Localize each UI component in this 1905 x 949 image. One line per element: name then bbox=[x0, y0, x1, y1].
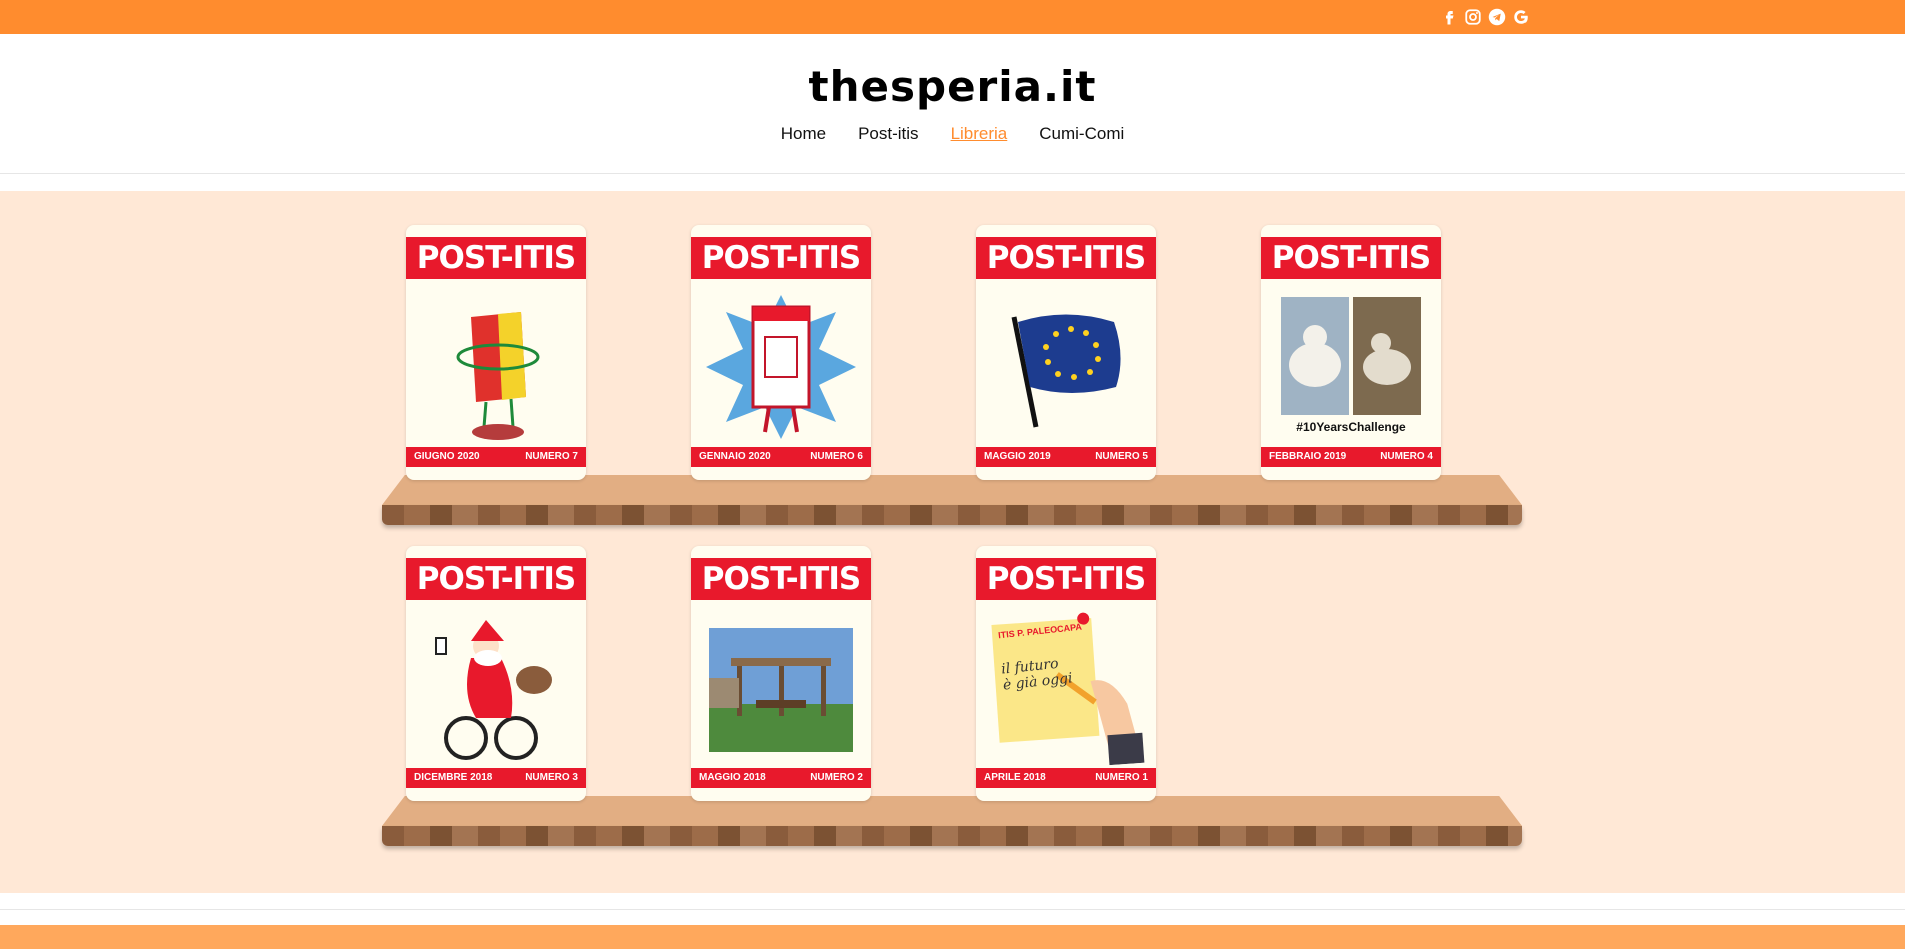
cover-issue: NUMERO 6 bbox=[810, 451, 863, 462]
cover-footer: MAGGIO 2018 NUMERO 2 bbox=[691, 768, 871, 788]
nav-item-home[interactable]: Home bbox=[781, 124, 826, 144]
instagram-icon[interactable] bbox=[1462, 6, 1484, 28]
coat-of-arms-icon bbox=[456, 312, 540, 440]
google-icon[interactable] bbox=[1510, 6, 1532, 28]
cover-footer: FEBBRAIO 2019 NUMERO 4 bbox=[1261, 447, 1441, 467]
cover-date: APRILE 2018 bbox=[984, 772, 1046, 783]
cover-date: FEBBRAIO 2019 bbox=[1269, 451, 1347, 462]
santa-bike-icon bbox=[435, 620, 552, 760]
top-bar bbox=[0, 0, 1905, 34]
nav-item-cumi-comi[interactable]: Cumi-Comi bbox=[1039, 124, 1124, 144]
nav-item-libreria[interactable]: Libreria bbox=[951, 124, 1008, 144]
cover-brand: POST-ITIS bbox=[976, 237, 1156, 279]
magazine-cover-numero-3[interactable]: POST-ITIS DICEMBRE 2018 NUMERO 3 bbox=[406, 546, 586, 801]
pergola-photo bbox=[709, 628, 853, 752]
cover-issue: NUMERO 3 bbox=[525, 772, 578, 783]
cover-footer: DICEMBRE 2018 NUMERO 3 bbox=[406, 768, 586, 788]
cover-brand: POST-ITIS bbox=[691, 558, 871, 600]
cover-brand: POST-ITIS bbox=[406, 237, 586, 279]
bookshelf bbox=[382, 475, 1522, 525]
cover-brand: POST-ITIS bbox=[406, 558, 586, 600]
cover-date: GENNAIO 2020 bbox=[699, 451, 771, 462]
cover-issue: NUMERO 4 bbox=[1380, 451, 1433, 462]
cover-issue: NUMERO 5 bbox=[1095, 451, 1148, 462]
divider bbox=[0, 909, 1905, 910]
magazine-cover-numero-6[interactable]: POST-ITIS GENNAIO 2020 NUMERO 6 bbox=[691, 225, 871, 480]
cover-brand: POST-ITIS bbox=[1261, 237, 1441, 279]
comic-burst-icon bbox=[706, 295, 856, 439]
social-links bbox=[1438, 6, 1532, 28]
nav-item-post-itis[interactable]: Post-itis bbox=[858, 124, 918, 144]
site-logo[interactable]: thesperia.it bbox=[0, 62, 1905, 111]
cover-date: MAGGIO 2018 bbox=[699, 772, 766, 783]
magazine-cover-numero-4[interactable]: POST-ITIS #10YearsChallenge FEBBRAIO 201… bbox=[1261, 225, 1441, 480]
site-header: thesperia.it Home Post-itis Libreria Cum… bbox=[0, 34, 1905, 174]
main-nav: Home Post-itis Libreria Cumi-Comi bbox=[0, 124, 1905, 144]
cover-issue: NUMERO 7 bbox=[525, 451, 578, 462]
cover-date: GIUGNO 2020 bbox=[414, 451, 480, 462]
cover-brand: POST-ITIS bbox=[976, 558, 1156, 600]
cover-caption: #10YearsChallenge bbox=[1296, 420, 1406, 434]
cover-date: MAGGIO 2019 bbox=[984, 451, 1051, 462]
magazine-cover-numero-5[interactable]: POST-ITIS MAGGIO 2019 NUMERO 5 bbox=[976, 225, 1156, 480]
cover-date: DICEMBRE 2018 bbox=[414, 772, 493, 783]
cover-issue: NUMERO 1 bbox=[1095, 772, 1148, 783]
footer-bar bbox=[0, 925, 1905, 949]
facebook-icon[interactable] bbox=[1438, 6, 1460, 28]
magazine-cover-numero-7[interactable]: POST-ITIS GIUGNO 2020 NUMERO 7 bbox=[406, 225, 586, 480]
cover-brand: POST-ITIS bbox=[691, 237, 871, 279]
eu-flag-icon bbox=[1011, 314, 1121, 428]
cover-footer: MAGGIO 2019 NUMERO 5 bbox=[976, 447, 1156, 467]
bookshelf bbox=[382, 796, 1522, 846]
cover-issue: NUMERO 2 bbox=[810, 772, 863, 783]
magazine-cover-numero-2[interactable]: POST-ITIS MAGGIO 2018 NUMERO 2 bbox=[691, 546, 871, 801]
cover-footer: GENNAIO 2020 NUMERO 6 bbox=[691, 447, 871, 467]
cover-footer: APRILE 2018 NUMERO 1 bbox=[976, 768, 1156, 788]
cover-footer: GIUGNO 2020 NUMERO 7 bbox=[406, 447, 586, 467]
magazine-cover-numero-1[interactable]: POST-ITIS ITIS P. PALEOCAPA il futuro è … bbox=[976, 546, 1156, 801]
library-section: POST-ITIS GIUGNO 2020 NUMERO 7 POST-ITIS… bbox=[0, 191, 1905, 893]
telegram-icon[interactable] bbox=[1486, 6, 1508, 28]
